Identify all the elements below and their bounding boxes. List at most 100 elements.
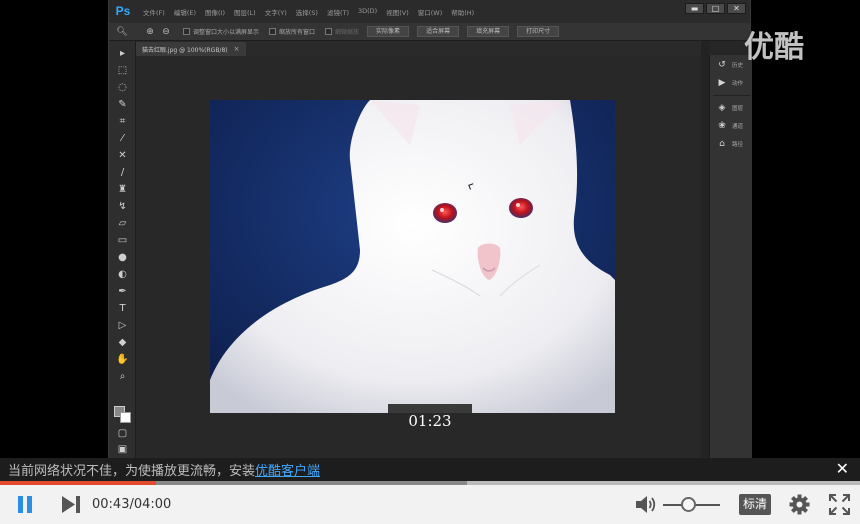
screen-mode-icon: ▣ (117, 444, 128, 455)
maximize-icon: □ (706, 3, 725, 14)
ps-menu-image: 图像(I) (205, 8, 225, 17)
panel-label: 图层 (732, 106, 744, 112)
checkbox-label: 调整窗口大小以满屏显示 (193, 29, 260, 36)
checkbox-box (269, 28, 277, 35)
crop-tool-icon: ⌗ (119, 116, 126, 127)
ps-toolbar: ▸ ⬚ ◌ ✎ ⌗ ⁄ ✕ / ♜ ↯ ▱ ▭ ● ◐ ✒ T ▷ ◆ ✋ ⌕ … (109, 41, 136, 458)
quick-select-tool-icon: ✎ (118, 99, 127, 110)
layers-icon: ◈ (718, 103, 726, 113)
eraser-tool-icon: ▱ (118, 218, 127, 229)
gear-icon (789, 494, 810, 515)
fill-screen-button: 填充屏幕 (467, 26, 510, 37)
zoom-in-icon: ⊕ (146, 26, 154, 37)
close-icon: × (233, 45, 240, 53)
cat-photo (210, 100, 615, 413)
ps-panels: ↺ 历史 ▶ 动作 ◈ 图层 ❀ 通道 ⌂ 路径 (709, 55, 752, 458)
panel-actions: ▶ 动作 (710, 75, 753, 91)
time-current: 00:43 (92, 497, 130, 512)
youku-watermark: 优酷 (744, 30, 804, 65)
ps-menu-layer: 图层(L) (234, 8, 256, 17)
zoom-tool-icon: 🔍︎ (116, 26, 128, 37)
ps-menu-file: 文件(F) (143, 8, 165, 17)
marquee-tool-icon: ⬚ (117, 65, 128, 76)
checkbox-label: 缩放所有窗口 (279, 29, 316, 36)
fullscreen-button[interactable] (829, 494, 850, 515)
checkbox-label: 细微缩放 (335, 29, 360, 36)
pause-icon (27, 496, 32, 513)
lasso-tool-icon: ◌ (118, 82, 127, 93)
settings-button[interactable] (789, 494, 810, 515)
quality-button[interactable]: 标清 (739, 494, 771, 515)
ps-window-controls: ▬ □ ✕ (683, 3, 746, 14)
history-brush-tool-icon: ↯ (118, 201, 127, 212)
ps-menu-filter: 滤镜(T) (326, 8, 349, 17)
history-icon: ↺ (718, 60, 726, 70)
panel-layers: ◈ 图层 (710, 100, 753, 116)
ps-logo: Ps (115, 4, 131, 18)
scrubby-zoom-checkbox: 细微缩放 (325, 27, 359, 36)
zoom-all-checkbox: 缩放所有窗口 (269, 27, 315, 36)
close-notice-button[interactable]: ✕ (836, 460, 849, 478)
fullscreen-icon (829, 494, 850, 515)
panel-label: 动作 (732, 81, 744, 87)
volume-icon (636, 496, 656, 513)
panel-divider (713, 95, 750, 96)
checkbox-box (183, 28, 190, 35)
quick-mask-icon: ▢ (117, 428, 128, 439)
brush-tool-icon: / (120, 167, 125, 178)
ps-menu-window: 窗口(W) (417, 8, 443, 17)
path-select-tool-icon: ▷ (118, 320, 127, 331)
ps-menu-select: 选择(S) (295, 8, 318, 17)
eyedropper-tool-icon: ⁄ (121, 133, 124, 144)
panel-label: 历史 (732, 63, 744, 69)
ps-menu-edit: 编辑(E) (173, 8, 196, 17)
type-tool-icon: T (119, 303, 126, 314)
stamp-tool-icon: ♜ (118, 184, 127, 195)
panel-paths: ⌂ 路径 (710, 136, 753, 152)
actual-pixels-button: 实际像素 (367, 26, 410, 37)
minimize-icon: ▬ (685, 3, 704, 14)
zoom-out-icon: ⊖ (162, 26, 170, 37)
video-stage[interactable]: Ps 文件(F) 编辑(E) 图像(I) 图层(L) 文字(Y) 选择(S) 滤… (0, 0, 860, 458)
panel-label: 通道 (732, 124, 744, 130)
panel-label: 路径 (732, 142, 744, 148)
hand-tool-icon: ✋ (116, 354, 129, 365)
next-button[interactable] (60, 495, 82, 514)
client-download-link[interactable]: 优酷客户端 (255, 460, 320, 479)
time-display: 00:43/04:00 (92, 496, 171, 513)
player-controls: 00:43/04:00 标清 (0, 485, 860, 524)
move-tool-icon: ▸ (119, 48, 126, 59)
ps-menu-help: 帮助(H) (451, 8, 475, 17)
ps-options-bar: 🔍︎ ⊕ ⊖ 调整窗口大小以满屏显示 缩放所有窗口 细微缩放 实际像素 适合屏幕… (109, 23, 750, 41)
gradient-tool-icon: ▭ (117, 235, 128, 246)
actions-icon: ▶ (718, 78, 726, 88)
seek-time-tooltip: 01:23 (388, 404, 472, 438)
notice-text: 当前网络状况不佳，为使播放更流畅，安装 (8, 464, 256, 479)
checkbox-box (325, 28, 333, 35)
background-color-swatch (120, 412, 131, 423)
shape-tool-icon: ◆ (118, 337, 127, 348)
volume-button[interactable] (635, 495, 657, 514)
document-tab: 猫去红眼.jpg @ 100%(RGB/8) × (136, 42, 246, 56)
document-tab-label: 猫去红眼.jpg @ 100%(RGB/8) (142, 46, 228, 54)
volume-slider-knob[interactable] (681, 497, 697, 512)
zoom-tool-icon: ⌕ (119, 371, 126, 382)
ps-menu-view: 视图(V) (386, 8, 409, 17)
ps-menu-type: 文字(Y) (264, 8, 287, 17)
ps-menu-3d: 3D(D) (358, 6, 378, 15)
next-icon (62, 496, 80, 513)
pause-icon (18, 496, 23, 513)
healing-tool-icon: ✕ (118, 150, 127, 161)
ps-panel-dock-edge (701, 41, 709, 458)
network-notice-bar: 当前网络状况不佳，为使播放更流畅，安装 优酷客户端 ✕ (0, 458, 860, 481)
channels-icon: ❀ (718, 121, 726, 131)
fit-screen-button: 适合屏幕 (417, 26, 460, 37)
ps-menu: 文件(F) 编辑(E) 图像(I) 图层(L) 文字(Y) 选择(S) 滤镜(T… (143, 7, 483, 17)
pause-button[interactable] (16, 496, 34, 513)
blur-tool-icon: ● (118, 252, 127, 263)
paths-icon: ⌂ (719, 139, 725, 149)
ps-menubar: Ps 文件(F) 编辑(E) 图像(I) 图层(L) 文字(Y) 选择(S) 滤… (109, 0, 750, 23)
cat-photo-image (210, 100, 615, 413)
document-tabbar: 猫去红眼.jpg @ 100%(RGB/8) × (136, 41, 701, 56)
resize-windows-checkbox: 调整窗口大小以满屏显示 (183, 27, 259, 36)
